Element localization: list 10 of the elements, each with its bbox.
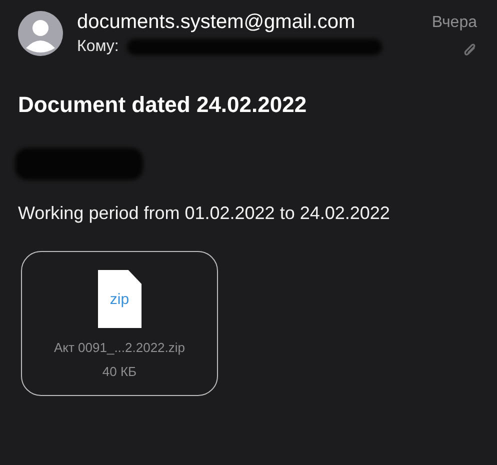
email-subject: Document dated 24.02.2022 <box>18 92 308 118</box>
message-date: Вчера <box>432 13 477 33</box>
avatar-icon <box>18 11 63 56</box>
sender-email[interactable]: documents.system@gmail.com <box>77 10 418 34</box>
attachment-card[interactable]: zip Акт 0091_...2.2022.zip 40 КБ <box>21 251 218 396</box>
email-body: Working period from 01.02.2022 to 24.02.2022 <box>18 202 391 224</box>
attachment-filename: Акт 0091_...2.2022.zip <box>54 340 186 355</box>
attachment-size: 40 КБ <box>102 364 137 379</box>
zip-file-icon: zip <box>98 270 142 328</box>
recipient-label: Кому: <box>77 37 119 57</box>
